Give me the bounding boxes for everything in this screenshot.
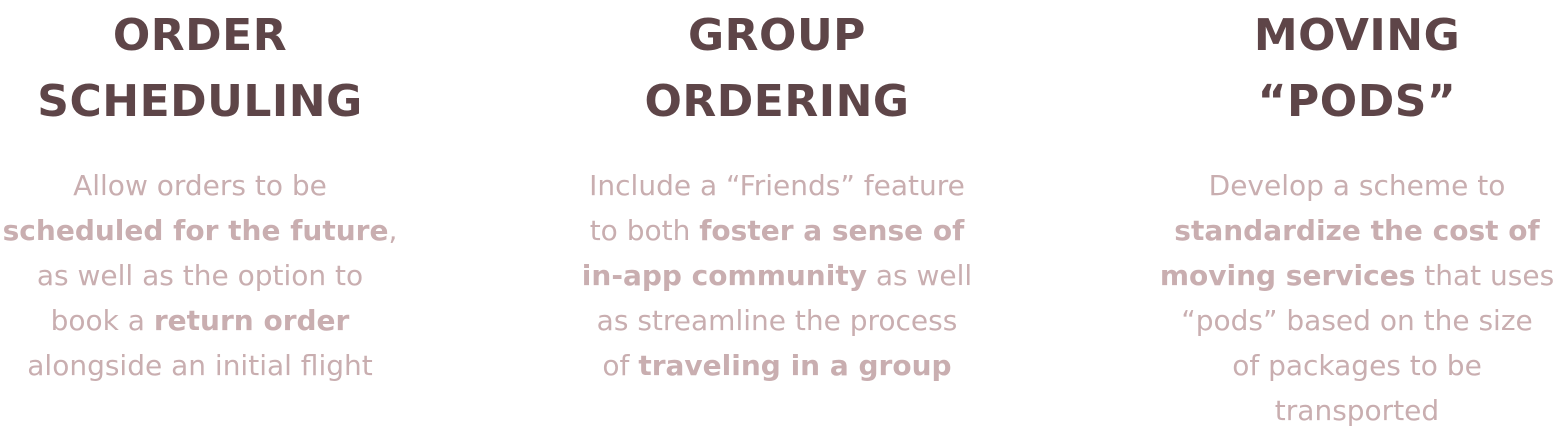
description-line: as well as the option to	[0, 253, 400, 298]
description-text: book a	[50, 304, 154, 337]
feature-title: GROUP ORDERING	[577, 0, 977, 135]
feature-title-line: GROUP	[688, 10, 866, 61]
feature-title: MOVING “PODS”	[1157, 0, 1557, 135]
feature-title-line: SCHEDULING	[37, 76, 363, 127]
description-emphasis: foster a sense of	[699, 214, 965, 247]
feature-title: ORDER SCHEDULING	[0, 0, 400, 135]
feature-title-line: ORDER	[112, 10, 288, 61]
description-text: to both	[589, 214, 700, 247]
feature-title-line: ORDERING	[644, 76, 910, 127]
description-text: Include a “Friends” feature	[589, 169, 965, 202]
description-line: as streamline the process	[577, 298, 977, 343]
description-text: as well	[866, 259, 973, 292]
feature-group-ordering: GROUP ORDERING Include a “Friends” featu…	[577, 0, 977, 388]
description-text: “pods” based on the size	[1181, 304, 1533, 337]
description-line: “pods” based on the size	[1157, 298, 1557, 343]
description-text: ,	[388, 214, 398, 247]
description-line: transported	[1157, 388, 1557, 433]
description-emphasis: moving services	[1159, 259, 1416, 292]
description-text: Allow orders to be	[73, 169, 327, 202]
description-line: alongside an initial flight	[0, 343, 400, 388]
feature-description: Develop a scheme to standardize the cost …	[1157, 163, 1557, 433]
description-line: of packages to be	[1157, 343, 1557, 388]
description-text: of packages to be	[1232, 349, 1482, 382]
feature-title-line: MOVING	[1253, 10, 1461, 61]
description-emphasis: scheduled for the future	[2, 214, 389, 247]
description-text: Develop a scheme to	[1208, 169, 1506, 202]
description-text: alongside an initial flight	[27, 349, 373, 382]
description-line: book a return order	[0, 298, 400, 343]
description-line: of traveling in a group	[577, 343, 977, 388]
description-line: Allow orders to be	[0, 163, 400, 208]
description-line: standardize the cost of	[1157, 208, 1557, 253]
description-text: as well as the option to	[36, 259, 364, 292]
feature-order-scheduling: ORDER SCHEDULING Allow orders to be sched…	[0, 0, 400, 388]
feature-description: Allow orders to be scheduled for the futu…	[0, 163, 400, 388]
description-line: to both foster a sense of	[577, 208, 977, 253]
feature-columns: ORDER SCHEDULING Allow orders to be sched…	[0, 0, 1557, 430]
feature-title-line: “PODS”	[1257, 76, 1457, 127]
description-text: of	[602, 349, 639, 382]
description-emphasis: return order	[153, 304, 350, 337]
description-emphasis: traveling in a group	[638, 349, 952, 382]
description-text: that uses	[1415, 259, 1555, 292]
description-line: Include a “Friends” feature	[577, 163, 977, 208]
description-line: scheduled for the future,	[0, 208, 400, 253]
description-text: transported	[1274, 394, 1440, 427]
description-emphasis: in-app community	[581, 259, 867, 292]
description-line: in-app community as well	[577, 253, 977, 298]
description-line: moving services that uses	[1157, 253, 1557, 298]
description-text: as streamline the process	[596, 304, 958, 337]
description-line: Develop a scheme to	[1157, 163, 1557, 208]
description-emphasis: standardize the cost of	[1174, 214, 1540, 247]
feature-description: Include a “Friends” feature to both foste…	[577, 163, 977, 388]
feature-moving-pods: MOVING “PODS” Develop a scheme to standar…	[1157, 0, 1557, 433]
